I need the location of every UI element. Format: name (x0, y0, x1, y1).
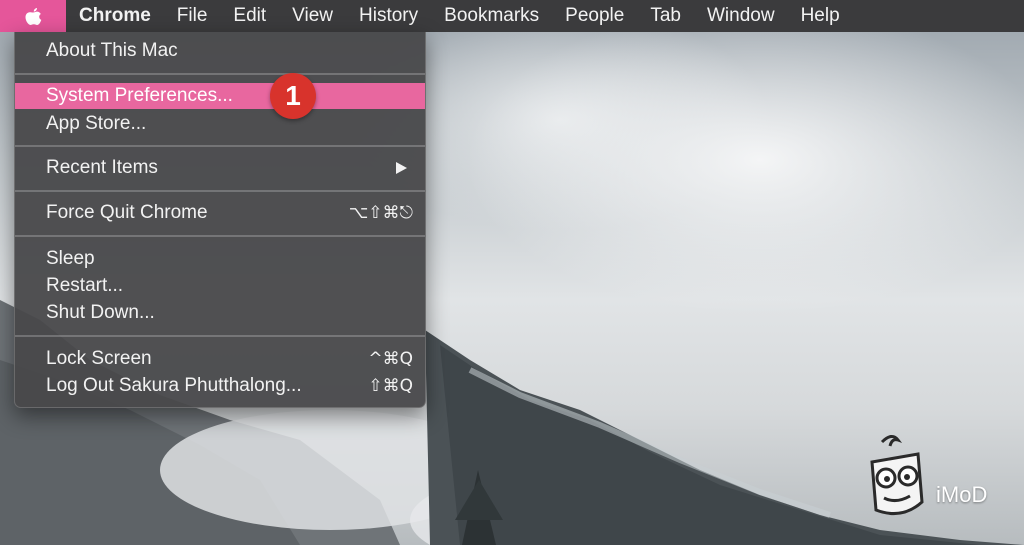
menu-separator (15, 73, 425, 75)
menu-history[interactable]: History (346, 0, 431, 32)
keyboard-shortcut: ^⌘Q (368, 349, 413, 369)
menu-item-label: Lock Screen (46, 348, 152, 369)
menu-help[interactable]: Help (788, 0, 853, 32)
menu-tab[interactable]: Tab (637, 0, 694, 32)
apple-menu-dropdown: About This Mac System Preferences... App… (14, 32, 426, 408)
menu-item-label: System Preferences... (46, 85, 233, 106)
watermark-text: iMoD (936, 482, 988, 507)
apple-logo-icon (25, 8, 42, 25)
menu-window[interactable]: Window (694, 0, 788, 32)
menu-file[interactable]: File (164, 0, 221, 32)
menu-edit[interactable]: Edit (220, 0, 279, 32)
menu-item-label: Force Quit Chrome (46, 202, 208, 223)
menu-item-label: Sleep (46, 248, 95, 269)
menu-item-label: About This Mac (46, 40, 178, 61)
menu-item-label: Shut Down... (46, 302, 155, 323)
menu-item-about-this-mac[interactable]: About This Mac (15, 38, 425, 64)
menu-item-label: App Store... (46, 113, 147, 134)
menu-item-app-store[interactable]: App Store... (15, 111, 425, 137)
menu-item-lock-screen[interactable]: Lock Screen ^⌘Q (15, 346, 425, 372)
menu-item-restart[interactable]: Restart... (15, 273, 425, 299)
keyboard-shortcut: ⇧⌘Q (368, 376, 413, 396)
menu-separator (15, 235, 425, 237)
menu-item-label: Restart... (46, 275, 124, 296)
menu-bookmarks[interactable]: Bookmarks (431, 0, 552, 32)
menu-item-label: Recent Items (46, 157, 158, 178)
apple-menu-button[interactable] (0, 0, 66, 32)
menu-chrome[interactable]: Chrome (66, 0, 164, 32)
menu-item-system-preferences[interactable]: System Preferences... (15, 83, 425, 109)
menu-item-recent-items[interactable]: Recent Items (15, 155, 425, 181)
menu-item-log-out[interactable]: Log Out Sakura Phutthalong... ⇧⌘Q (15, 373, 425, 399)
keyboard-shortcut: ⌥⇧⌘⎋ (348, 203, 413, 223)
menu-people[interactable]: People (552, 0, 637, 32)
menu-item-force-quit[interactable]: Force Quit Chrome ⌥⇧⌘⎋ (15, 200, 425, 226)
menu-view[interactable]: View (279, 0, 346, 32)
submenu-arrow-icon (396, 162, 407, 174)
menu-item-sleep[interactable]: Sleep (15, 246, 425, 272)
menu-separator (15, 190, 425, 192)
imod-mascot-logo-icon (870, 435, 924, 516)
step-number-badge: 1 (270, 73, 316, 119)
imod-watermark: iMoD (862, 432, 1012, 527)
menu-item-label: Log Out Sakura Phutthalong... (46, 375, 302, 396)
menu-item-shut-down[interactable]: Shut Down... (15, 300, 425, 326)
menu-separator (15, 145, 425, 147)
menu-bar: Chrome File Edit View History Bookmarks … (0, 0, 1024, 32)
menu-separator (15, 335, 425, 337)
